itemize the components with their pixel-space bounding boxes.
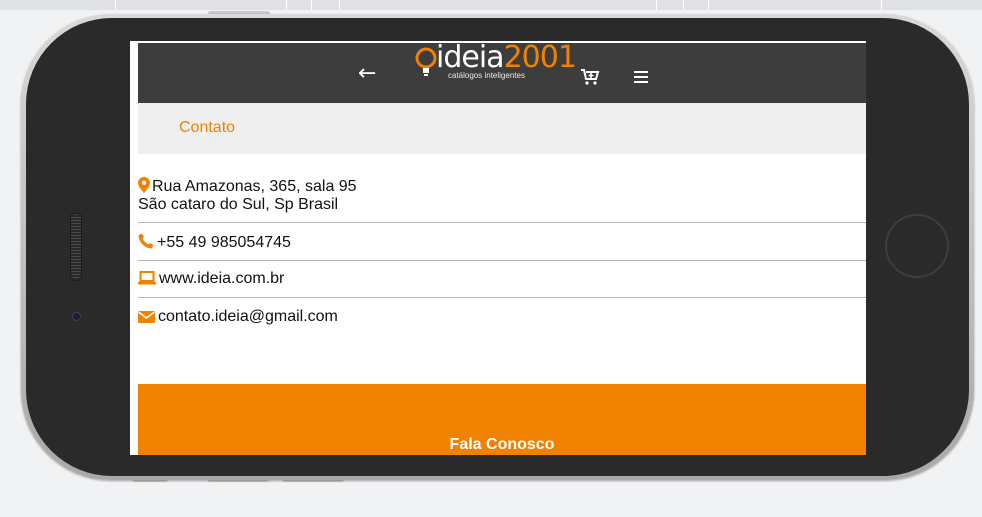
phone-number[interactable]: +55 49 985054745 <box>157 234 291 251</box>
logo-wordmark: ideia2001 <box>436 41 577 75</box>
toolbar-divider <box>683 0 684 10</box>
toolbar-divider <box>311 0 312 10</box>
toolbar-divider <box>881 0 882 10</box>
email-row[interactable]: contato.ideia@gmail.com <box>138 308 866 326</box>
toolbar-divider <box>656 0 657 10</box>
toolbar-divider <box>708 0 709 10</box>
toolbar-divider <box>339 0 340 10</box>
phone-icon <box>138 233 154 249</box>
row-divider <box>138 260 866 261</box>
menu-icon[interactable] <box>634 71 648 83</box>
address-line-2: São cataro do Sul, Sp Brasil <box>138 196 339 213</box>
toolbar-divider <box>115 0 116 10</box>
phone-camera <box>72 312 81 321</box>
email-address[interactable]: contato.ideia@gmail.com <box>158 308 338 325</box>
website-link[interactable]: www.ideia.com.br <box>159 270 284 287</box>
toolbar-divider <box>286 0 287 10</box>
phone-row[interactable]: +55 49 985054745 <box>138 233 866 252</box>
back-arrow-icon[interactable]: ← <box>358 63 376 85</box>
row-divider <box>138 297 866 298</box>
phone-speaker <box>70 213 82 281</box>
brand-logo[interactable]: ideia2001 catálogos inteligentes <box>414 41 577 83</box>
address-line-1: Rua Amazonas, 365, sala 95 <box>152 178 357 195</box>
address-row: Rua Amazonas, 365, sala 95 São cataro do… <box>138 177 866 214</box>
website-row[interactable]: www.ideia.com.br <box>138 270 866 288</box>
logo-tagline: catálogos inteligentes <box>448 71 525 80</box>
map-marker-icon <box>138 177 150 193</box>
browser-toolbar-strip <box>0 0 982 10</box>
page-title-bar: Contato <box>138 103 866 154</box>
laptop-icon <box>138 271 156 285</box>
logo-word: ideia <box>436 41 505 75</box>
row-divider <box>138 222 866 223</box>
screen-edge <box>130 41 138 455</box>
envelope-icon <box>138 311 155 323</box>
contact-us-label[interactable]: Fala Conosco <box>138 436 866 454</box>
page-title: Contato <box>179 119 236 136</box>
contact-us-section[interactable]: Fala Conosco <box>138 384 866 455</box>
phone-screen: ← ideia2001 catálogos inteligentes Conta… <box>130 41 866 455</box>
add-to-cart-icon[interactable] <box>580 68 600 86</box>
lightbulb-logo-icon <box>415 47 437 76</box>
logo-number: 2001 <box>503 41 577 75</box>
phone-home-button[interactable] <box>885 214 949 278</box>
app-header: ← ideia2001 catálogos inteligentes <box>138 41 866 103</box>
